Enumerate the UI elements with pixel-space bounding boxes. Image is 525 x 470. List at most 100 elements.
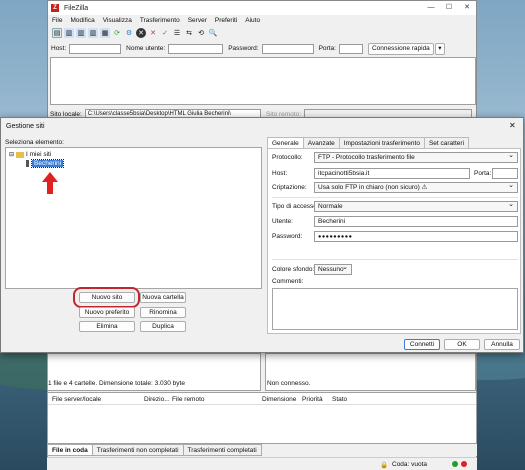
comments-label: Commenti:	[272, 278, 304, 285]
menu-bar: File Modifica Visualizza Trasferimento S…	[48, 16, 476, 26]
title-bar: Z FileZilla — ☐ ✕	[48, 1, 476, 15]
upload-led-icon	[452, 461, 458, 467]
new-bookmark-button[interactable]: Nuovo preferito	[79, 307, 135, 318]
quickconnect-port-input[interactable]	[338, 43, 363, 54]
toggle-queue-icon[interactable]: ▦	[100, 28, 110, 38]
queue-col-local-file[interactable]: File server/locale	[52, 396, 144, 404]
password-label: Password:	[228, 45, 259, 52]
menu-edit[interactable]: Modifica	[70, 16, 94, 26]
close-window-button[interactable]: ✕	[458, 1, 476, 15]
quickconnect-password-input[interactable]	[261, 43, 314, 54]
queue-col-priority[interactable]: Priorità	[302, 396, 332, 404]
queue-col-size[interactable]: Dimensione	[262, 396, 302, 404]
folder-icon	[16, 151, 25, 158]
select-entry-label: Seleziona elemento:	[5, 139, 64, 146]
tree-item-becherini[interactable]: Becherini	[26, 159, 65, 168]
tree-root-label: I miei siti	[26, 151, 52, 158]
site-icon	[26, 160, 29, 167]
maximize-button[interactable]: ☐	[440, 1, 458, 15]
encryption-label: Criptazione:	[272, 184, 307, 191]
ok-button[interactable]: OK	[444, 339, 480, 350]
queue-col-direction[interactable]: Direzio...	[144, 396, 172, 404]
red-arrow-icon	[42, 172, 58, 194]
logon-type-label: Tipo di accesso:	[272, 203, 319, 210]
menu-transfer[interactable]: Trasferimento	[140, 16, 180, 26]
menu-file[interactable]: File	[52, 16, 62, 26]
encryption-select[interactable]: Usa solo FTP in chiaro (non sicuro) ⚠	[314, 181, 518, 193]
cancel-button[interactable]: Annulla	[484, 339, 520, 350]
window-title: FileZilla	[64, 4, 89, 12]
user-label-dialog: Utente:	[272, 218, 293, 225]
bgcolor-select[interactable]: Nessuno	[314, 263, 352, 275]
delete-button[interactable]: Elimina	[79, 321, 135, 332]
rename-button[interactable]: Rinomina	[140, 307, 186, 318]
quickconnect-user-input[interactable]	[168, 43, 224, 54]
password-input[interactable]: ●●●●●●●●●	[314, 231, 518, 242]
password-label-dialog: Password:	[272, 233, 303, 240]
quickconnect-bar: Host: Nome utente: Password: Porta: Conn…	[48, 41, 476, 56]
protocol-label: Protocollo:	[272, 154, 303, 161]
divider	[272, 259, 518, 260]
cancel-icon[interactable]: ✕	[136, 28, 146, 38]
toggle-local-tree-icon[interactable]: ▥	[76, 28, 86, 38]
collapse-icon[interactable]: ⊟	[9, 151, 14, 158]
new-folder-button[interactable]: Nuova cartella	[140, 292, 186, 303]
queue-col-status[interactable]: Stato	[332, 396, 362, 404]
message-log	[50, 57, 476, 105]
site-manager-icon[interactable]: ▤	[52, 28, 62, 38]
search-icon[interactable]: 🔍	[208, 28, 218, 38]
process-queue-icon[interactable]: ⚙	[124, 28, 134, 38]
dialog-title: Gestione siti	[6, 123, 45, 130]
comments-textarea[interactable]	[272, 288, 518, 330]
compare-icon[interactable]: ⇆	[184, 28, 194, 38]
bgcolor-label: Colore sfondo:	[272, 266, 315, 273]
toolbar: ▤ ▥ ▥ ▥ ▦ ⟳ ⚙ ✕ ✕ ✓ ☰ ⇆ ⟲ 🔍	[48, 26, 476, 40]
port-label-dialog: Porta:	[474, 170, 492, 177]
queue-tabs: File in coda Trasferimenti non completat…	[47, 444, 477, 456]
remote-status-text: Non connesso.	[267, 380, 311, 387]
tree-root[interactable]: ⊟ I miei siti	[9, 151, 51, 158]
user-input[interactable]: Becherini	[314, 216, 518, 227]
host-label: Host:	[51, 45, 67, 52]
menu-bookmarks[interactable]: Preferiti	[215, 16, 237, 26]
divider	[272, 197, 518, 198]
general-tab-panel: Protocollo: FTP - Protocollo trasferimen…	[267, 148, 521, 334]
quickconnect-dropdown-button[interactable]: ▾	[434, 42, 445, 55]
connect-button[interactable]: Connetti	[404, 339, 440, 350]
filezilla-app-icon: Z	[51, 4, 59, 12]
tab-successful-transfers[interactable]: Trasferimenti completati	[182, 444, 262, 456]
port-input[interactable]	[492, 168, 518, 179]
host-input[interactable]: itcpacinotti5bsia.it	[314, 168, 470, 179]
dialog-close-icon[interactable]: ✕	[509, 121, 516, 130]
user-label: Nome utente:	[126, 45, 166, 52]
refresh-icon[interactable]: ⟳	[112, 28, 122, 38]
port-label: Porta:	[318, 45, 336, 52]
local-status-text: 1 file e 4 cartelle. Dimensione totale: …	[48, 380, 185, 387]
menu-view[interactable]: Visualizza	[103, 16, 132, 26]
toggle-log-icon[interactable]: ▥	[64, 28, 74, 38]
minimize-button[interactable]: —	[422, 1, 440, 15]
disconnect-icon[interactable]: ✕	[148, 28, 158, 38]
site-manager-dialog: Gestione siti ✕ Seleziona elemento: ⊟ I …	[0, 117, 524, 353]
sync-browse-icon[interactable]: ⟲	[196, 28, 206, 38]
queue-col-remote-file[interactable]: File remoto	[172, 396, 262, 404]
menu-server[interactable]: Server	[188, 16, 207, 26]
toggle-remote-tree-icon[interactable]: ▥	[88, 28, 98, 38]
lock-icon: 🔒	[380, 462, 389, 469]
download-led-icon	[461, 461, 467, 467]
tab-queued-files[interactable]: File in coda	[47, 444, 93, 456]
filter-icon[interactable]: ☰	[172, 28, 182, 38]
tab-failed-transfers[interactable]: Trasferimenti non completati	[91, 444, 184, 456]
menu-help[interactable]: Aiuto	[245, 16, 260, 26]
quickconnect-button[interactable]: Connessione rapida	[367, 42, 434, 55]
duplicate-button[interactable]: Duplica	[140, 321, 186, 332]
tree-item-label: Becherini	[30, 159, 65, 168]
protocol-select[interactable]: FTP - Protocollo trasferimento file	[314, 151, 518, 163]
queue-status-text: Coda: vuota	[392, 461, 428, 468]
quickconnect-host-input[interactable]	[69, 43, 122, 54]
highlight-circle	[73, 287, 140, 308]
reconnect-icon[interactable]: ✓	[160, 28, 170, 38]
host-label-dialog: Host:	[272, 170, 288, 177]
status-bar: 🔒 Coda: vuota	[47, 457, 477, 470]
logon-type-select[interactable]: Normale	[314, 200, 518, 212]
